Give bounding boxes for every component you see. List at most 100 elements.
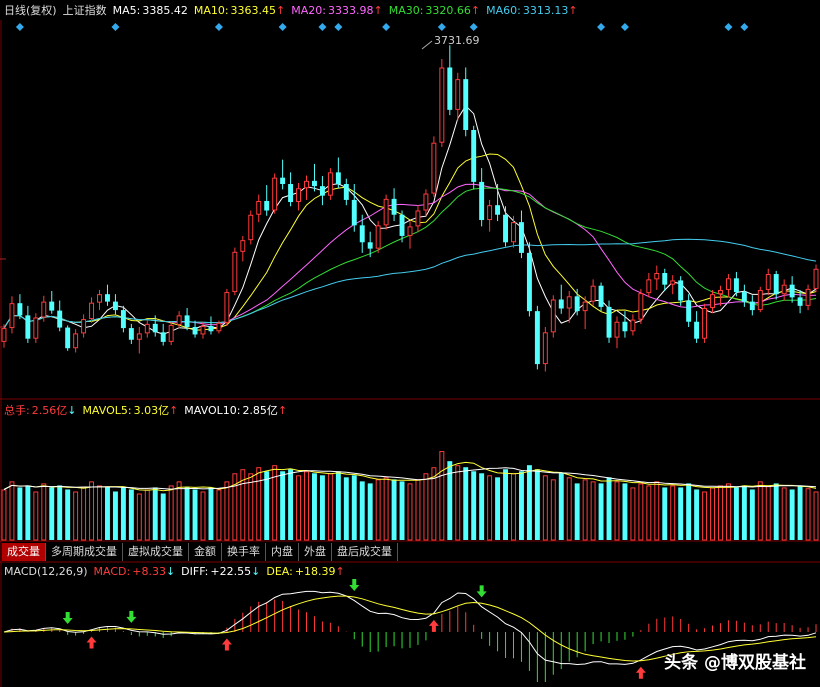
ma30-arrow-icon: ↑ bbox=[470, 4, 481, 17]
volume-bar bbox=[813, 491, 819, 541]
candle-body bbox=[343, 184, 349, 200]
watermark: 头条 @博双股基社 bbox=[664, 653, 806, 673]
stock-chart-canvas[interactable]: 3731.69 bbox=[0, 0, 820, 687]
candle bbox=[1, 324, 7, 348]
volume-bar bbox=[463, 467, 469, 540]
candle bbox=[33, 313, 39, 343]
volume-bar bbox=[550, 479, 556, 541]
candle bbox=[614, 316, 620, 349]
diff-value: +22.55 bbox=[210, 565, 252, 578]
price-header: 日线(复权) 上证指数 MA5: 3385.42 MA10: 3363.45↑ MA20: 3… bbox=[4, 4, 584, 18]
candle-body bbox=[455, 79, 461, 110]
candle bbox=[208, 316, 214, 335]
mavol10-arrow-icon: ↑ bbox=[277, 404, 288, 417]
volume-bar bbox=[256, 467, 262, 541]
volume-bar bbox=[359, 481, 365, 540]
candle-body bbox=[311, 180, 317, 187]
signal-diamond-icon bbox=[15, 23, 24, 31]
candle bbox=[415, 205, 421, 232]
candle-body bbox=[49, 301, 55, 311]
volume-bar bbox=[160, 493, 166, 540]
volume-bar bbox=[662, 487, 668, 540]
volume-bar bbox=[136, 493, 142, 541]
volume-bar bbox=[391, 479, 397, 540]
tab-inner-volume[interactable]: 内盘 bbox=[266, 543, 299, 561]
candle bbox=[749, 295, 755, 316]
sell-arrow-down-icon bbox=[62, 612, 73, 625]
candle-body bbox=[81, 319, 87, 334]
volume-bar bbox=[606, 477, 612, 540]
candle bbox=[781, 279, 787, 301]
candle-body bbox=[439, 67, 445, 143]
volume-bar bbox=[407, 483, 413, 541]
chart-label[interactable]: 日线(复权) bbox=[4, 4, 57, 17]
volume-bar bbox=[264, 471, 270, 540]
volume-bar bbox=[781, 487, 787, 541]
tab-outer-volume[interactable]: 外盘 bbox=[299, 543, 332, 561]
candle bbox=[471, 125, 477, 190]
volume-bar bbox=[224, 481, 230, 541]
candle-body bbox=[574, 296, 580, 312]
moving-average-lines bbox=[3, 105, 817, 335]
candle bbox=[511, 215, 516, 248]
candle bbox=[280, 159, 286, 190]
candle-body bbox=[566, 296, 572, 309]
candle-body bbox=[495, 205, 501, 215]
candle-body bbox=[200, 325, 206, 335]
volume-bar bbox=[89, 481, 95, 541]
candle bbox=[813, 264, 819, 293]
candle bbox=[654, 265, 660, 290]
tab-volume[interactable]: 成交量 bbox=[2, 543, 46, 561]
volume-bar bbox=[335, 471, 341, 540]
volume-bar bbox=[614, 481, 620, 541]
volume-bar bbox=[797, 485, 803, 540]
ma60-arrow-icon: ↑ bbox=[568, 4, 578, 17]
volume-bar bbox=[343, 477, 349, 540]
volume-bar bbox=[638, 483, 644, 541]
candle bbox=[327, 168, 333, 200]
candle-body bbox=[725, 278, 731, 290]
candle bbox=[383, 194, 389, 230]
volume-bar bbox=[311, 473, 317, 540]
candle bbox=[264, 185, 270, 216]
candle-body bbox=[232, 251, 238, 293]
ma30-label: MA30: bbox=[388, 4, 424, 17]
tab-amount[interactable]: 金额 bbox=[189, 543, 222, 561]
candle-body bbox=[319, 186, 325, 196]
tab-multi-period-volume[interactable]: 多周期成交量 bbox=[46, 543, 123, 561]
candle-body bbox=[598, 285, 604, 307]
candle-body bbox=[375, 225, 381, 249]
signal-diamond-icon bbox=[111, 23, 120, 31]
candle-body bbox=[686, 300, 692, 322]
volume-bar bbox=[678, 487, 684, 540]
candle bbox=[455, 72, 461, 121]
volume-bar bbox=[471, 471, 477, 540]
candle-body bbox=[558, 299, 564, 309]
sell-arrow-down-icon bbox=[126, 610, 137, 623]
candle-body bbox=[160, 332, 166, 342]
candle-body bbox=[479, 181, 485, 221]
candle bbox=[9, 296, 15, 334]
candle-body bbox=[33, 317, 39, 339]
candle-body bbox=[248, 214, 254, 241]
candle-body bbox=[805, 288, 811, 306]
tab-virtual-volume[interactable]: 虚拟成交量 bbox=[123, 543, 189, 561]
total-volume-label: 总手: bbox=[4, 404, 30, 417]
candle-body bbox=[741, 292, 747, 302]
volume-bar bbox=[25, 485, 31, 540]
volume-bar bbox=[622, 483, 628, 540]
volume-bar bbox=[733, 487, 739, 540]
candle bbox=[805, 284, 811, 311]
tab-after-hours-volume[interactable]: 盘后成交量 bbox=[332, 543, 398, 561]
tab-turnover-rate[interactable]: 换手率 bbox=[222, 543, 266, 561]
candle-body bbox=[399, 214, 405, 236]
dea-arrow-icon: ↑ bbox=[335, 565, 345, 578]
total-volume-value: 2.56亿 bbox=[31, 404, 68, 417]
volume-bar bbox=[9, 481, 15, 541]
ma10-value: 3363.45 bbox=[230, 4, 277, 17]
candle-body bbox=[296, 188, 302, 203]
ma20-label: MA20: bbox=[291, 4, 326, 17]
candle bbox=[534, 305, 540, 370]
volume-bar bbox=[439, 451, 445, 541]
volume-bar bbox=[168, 485, 174, 541]
